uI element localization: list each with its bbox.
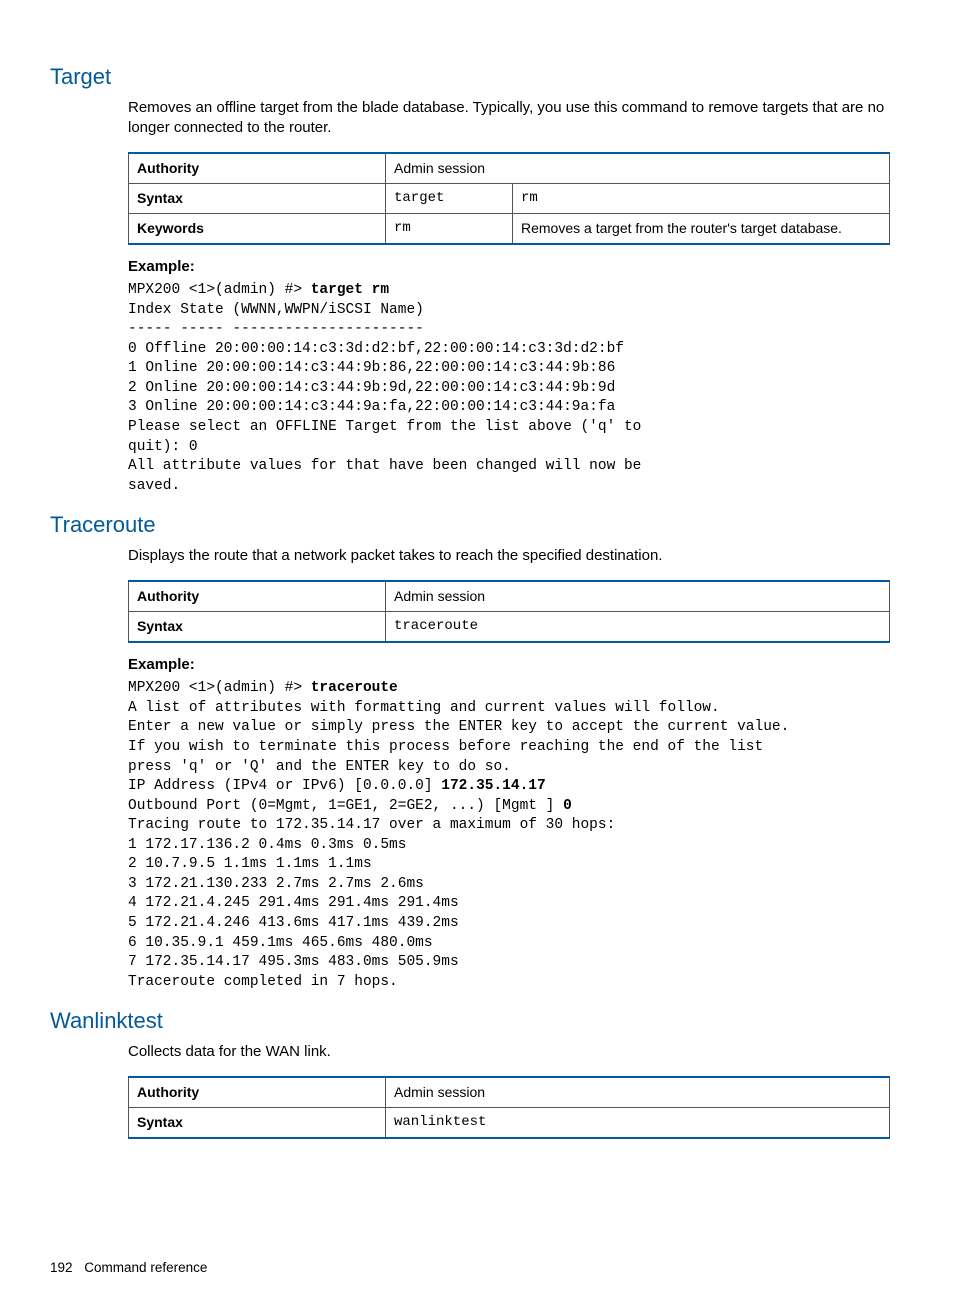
wanlinktest-table: Authority Admin session Syntax wanlinkte… (128, 1076, 890, 1139)
cell-syntax-cmd: wanlinktest (386, 1108, 890, 1138)
page-footer: 192 Command reference (50, 1259, 890, 1277)
target-table: Authority Admin session Syntax target rm… (128, 152, 890, 245)
code-body: A list of attributes with formatting and… (128, 700, 789, 775)
traceroute-table: Authority Admin session Syntax tracerout… (128, 580, 890, 643)
target-description: Removes an offline target from the blade… (128, 98, 890, 139)
cell-authority-label: Authority (129, 1077, 386, 1107)
cell-syntax-arg: rm (513, 184, 890, 214)
cell-keywords-kw: rm (386, 213, 513, 243)
footer-title: Command reference (84, 1260, 207, 1275)
target-example-code: MPX200 <1>(admin) #> target rm Index Sta… (128, 281, 890, 496)
cell-authority-value: Admin session (386, 581, 890, 611)
code-ip-prompt: IP Address (IPv4 or IPv6) [0.0.0.0] (128, 778, 441, 794)
section-title-wanlinktest: Wanlinktest (50, 1006, 890, 1036)
cell-syntax-label: Syntax (129, 612, 386, 642)
cell-keywords-label: Keywords (129, 213, 386, 243)
traceroute-example-label: Example: (128, 655, 890, 675)
traceroute-example-code: MPX200 <1>(admin) #> traceroute A list o… (128, 679, 890, 992)
code-ip-val: 172.35.14.17 (441, 778, 545, 794)
code-prompt: MPX200 <1>(admin) #> (128, 680, 311, 696)
cell-syntax-label: Syntax (129, 184, 386, 214)
code-body: Index State (WWNN,WWPN/iSCSI Name) -----… (128, 302, 641, 494)
traceroute-description: Displays the route that a network packet… (128, 546, 890, 566)
code-cmd: target rm (311, 282, 389, 298)
cell-authority-value: Admin session (386, 1077, 890, 1107)
section-title-target: Target (50, 62, 890, 92)
cell-syntax-cmd: target (386, 184, 513, 214)
cell-syntax-label: Syntax (129, 1108, 386, 1138)
cell-authority-label: Authority (129, 581, 386, 611)
wanlinktest-description: Collects data for the WAN link. (128, 1042, 890, 1062)
code-port-prompt: Outbound Port (0=Mgmt, 1=GE1, 2=GE2, ...… (128, 798, 563, 814)
code-cmd: traceroute (311, 680, 398, 696)
code-port-val: 0 (563, 798, 572, 814)
cell-keywords-desc: Removes a target from the router's targe… (513, 213, 890, 243)
code-trace: Tracing route to 172.35.14.17 over a max… (128, 817, 615, 990)
code-prompt: MPX200 <1>(admin) #> (128, 282, 311, 298)
cell-authority-label: Authority (129, 153, 386, 183)
cell-syntax-cmd: traceroute (386, 612, 890, 642)
page-number: 192 (50, 1259, 73, 1277)
target-example-label: Example: (128, 257, 890, 277)
cell-authority-value: Admin session (386, 153, 890, 183)
section-title-traceroute: Traceroute (50, 510, 890, 540)
